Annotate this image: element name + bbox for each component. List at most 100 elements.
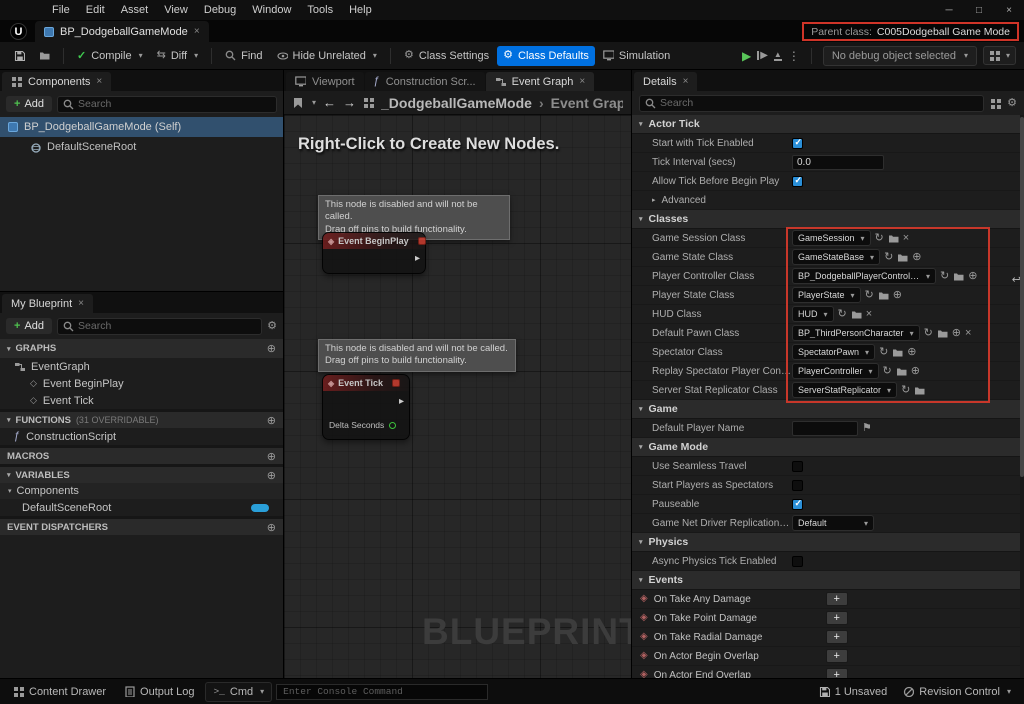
variables-group-components[interactable]: ▾ Components <box>0 483 283 499</box>
cmd-dropdown[interactable]: >_ Cmd ▾ <box>205 681 273 702</box>
float-output-pin[interactable] <box>389 421 397 429</box>
menu-asset[interactable]: Asset <box>113 0 157 20</box>
add-event-button[interactable]: + <box>825 630 848 644</box>
section-classes[interactable]: ▾ Classes <box>632 210 1024 229</box>
function-item-constructionscript[interactable]: ƒ ConstructionScript <box>0 428 283 445</box>
use-selected-asset-icon[interactable]: ↻ <box>940 270 949 282</box>
macros-section-header[interactable]: MACROS ⊕ <box>0 445 283 464</box>
use-selected-asset-icon[interactable]: ↻ <box>924 327 933 339</box>
menu-tools[interactable]: Tools <box>299 0 341 20</box>
create-new-icon[interactable]: ⊕ <box>911 365 920 377</box>
browse-to-asset-icon[interactable] <box>892 347 903 358</box>
component-row-self[interactable]: BP_DodgeballGameMode (Self) <box>0 117 283 137</box>
breadcrumb-current[interactable]: Event Graph <box>551 95 623 111</box>
variable-item-defaultsceneroot[interactable]: DefaultSceneRoot <box>0 499 283 516</box>
add-event-button[interactable]: + <box>825 592 848 606</box>
event-tick-node[interactable]: ◈ Event Tick ▸ Delta Seconds <box>322 374 410 440</box>
graph-item-event-beginplay[interactable]: ◇ Event BeginPlay <box>0 375 283 392</box>
tab-components[interactable]: Components × <box>2 72 112 91</box>
use-selected-asset-icon[interactable]: ↻ <box>883 365 892 377</box>
clear-icon[interactable]: × <box>965 327 971 339</box>
exec-output-pin[interactable]: ▸ <box>415 253 420 264</box>
graph-item-event-tick[interactable]: ◇ Event Tick <box>0 392 283 409</box>
menu-debug[interactable]: Debug <box>196 0 244 20</box>
flag-icon[interactable]: ⚑ <box>862 422 872 434</box>
class-dropdown[interactable]: ServerStatReplicator ▾ <box>792 382 898 398</box>
clear-icon[interactable]: × <box>903 232 909 244</box>
class-defaults-button[interactable]: ⚙ Class Defaults <box>497 45 595 66</box>
browse-to-asset-icon[interactable] <box>897 252 908 263</box>
details-search-input[interactable] <box>660 97 979 109</box>
checkbox[interactable] <box>792 175 803 187</box>
section-physics[interactable]: ▾ Physics <box>632 533 1024 552</box>
browse-to-asset-icon[interactable] <box>851 309 862 320</box>
checkbox[interactable] <box>792 498 803 510</box>
class-dropdown[interactable]: HUD ▾ <box>792 306 834 322</box>
compile-button[interactable]: ✓ Compile ▾ <box>71 45 149 66</box>
close-icon[interactable]: × <box>683 76 689 87</box>
create-new-icon[interactable]: ⊕ <box>968 270 977 282</box>
debug-filter-dropdown[interactable]: ▾ <box>982 46 1016 65</box>
output-log-button[interactable]: Output Log <box>117 683 201 701</box>
browse-to-asset-icon[interactable] <box>888 233 899 244</box>
class-dropdown[interactable]: GameStateBase ▾ <box>792 249 881 265</box>
chevron-down-icon[interactable]: ▾ <box>312 98 316 107</box>
checkbox[interactable] <box>792 460 803 472</box>
save-button[interactable] <box>8 46 31 65</box>
tab-my-blueprint[interactable]: My Blueprint × <box>2 294 93 313</box>
parent-class-value[interactable]: C005Dodgeball Game Mode <box>877 26 1010 38</box>
use-selected-asset-icon[interactable]: ↻ <box>884 251 893 263</box>
simulation-button[interactable]: Simulation <box>597 46 676 66</box>
exec-output-pin[interactable]: ▸ <box>399 396 404 407</box>
close-icon[interactable]: × <box>78 298 84 309</box>
console-command-input[interactable] <box>283 686 482 697</box>
graph-root-icon[interactable] <box>363 97 375 108</box>
add-macro-icon[interactable]: ⊕ <box>267 450 276 463</box>
net-driver-dropdown[interactable]: Default ▾ <box>792 515 874 531</box>
maximize-button[interactable]: □ <box>964 0 994 20</box>
browse-to-asset-icon[interactable] <box>878 290 889 301</box>
add-component-button[interactable]: + Add <box>6 96 53 112</box>
create-new-icon[interactable]: ⊕ <box>893 289 902 301</box>
add-blueprint-member-button[interactable]: + Add <box>6 318 53 334</box>
tab-viewport[interactable]: Viewport <box>286 72 364 91</box>
tab-details[interactable]: Details × <box>634 72 698 91</box>
section-game[interactable]: ▾ Game <box>632 400 1024 419</box>
play-options-icon[interactable]: ⋮ <box>788 49 800 63</box>
checkbox[interactable] <box>792 479 803 491</box>
use-selected-asset-icon[interactable]: ↻ <box>875 232 884 244</box>
browse-to-asset-icon[interactable] <box>896 366 907 377</box>
class-settings-button[interactable]: ⚙ Class Settings <box>398 46 495 66</box>
use-selected-asset-icon[interactable]: ↻ <box>865 289 874 301</box>
graph-item-eventgraph[interactable]: EventGraph <box>0 358 283 375</box>
clear-icon[interactable]: × <box>866 308 872 320</box>
add-event-button[interactable]: + <box>825 649 848 663</box>
tab-construction-script[interactable]: ƒ Construction Scr... <box>364 72 485 91</box>
breadcrumb-root[interactable]: _DodgeballGameMode <box>381 95 532 111</box>
class-dropdown[interactable]: PlayerState ▾ <box>792 287 861 303</box>
class-dropdown[interactable]: BP_DodgeballPlayerController ▾ <box>792 268 937 284</box>
eject-button[interactable]: ▲ <box>773 50 782 61</box>
details-scrollbar[interactable] <box>1020 115 1024 678</box>
play-button[interactable]: ▶ <box>742 49 751 63</box>
hide-unrelated-button[interactable]: Hide Unrelated ▾ <box>271 46 383 66</box>
add-function-icon[interactable]: ⊕ <box>267 414 276 427</box>
use-selected-asset-icon[interactable]: ↻ <box>838 308 847 320</box>
menu-edit[interactable]: Edit <box>78 0 113 20</box>
back-arrow-icon[interactable]: ← <box>323 95 336 110</box>
close-button[interactable]: × <box>994 0 1024 20</box>
menu-file[interactable]: File <box>44 0 78 20</box>
menu-view[interactable]: View <box>156 0 196 20</box>
functions-section-header[interactable]: ▾ FUNCTIONS (31 OVERRIDABLE) ⊕ <box>0 409 283 428</box>
find-button[interactable]: Find <box>219 46 268 66</box>
close-icon[interactable]: × <box>96 76 102 87</box>
event-graph-canvas[interactable]: Right-Click to Create New Nodes. This no… <box>284 115 631 678</box>
event-dispatchers-section-header[interactable]: EVENT DISPATCHERS ⊕ <box>0 516 283 535</box>
chevron-down-icon[interactable]: ▾ <box>194 51 198 60</box>
component-row-defaultsceneroot[interactable]: DefaultSceneRoot <box>0 137 283 157</box>
class-dropdown[interactable]: PlayerController ▾ <box>792 363 879 379</box>
create-new-icon[interactable]: ⊕ <box>952 327 961 339</box>
chevron-down-icon[interactable]: ▾ <box>373 51 377 60</box>
add-graph-icon[interactable]: ⊕ <box>267 342 276 355</box>
content-drawer-button[interactable]: Content Drawer <box>6 683 113 701</box>
